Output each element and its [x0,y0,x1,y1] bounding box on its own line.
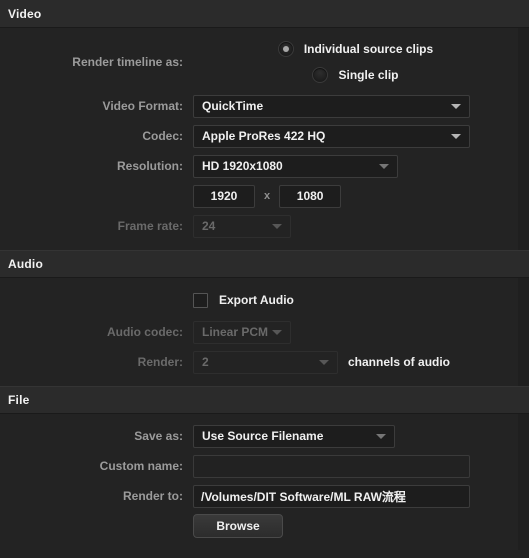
chevron-down-icon [451,134,461,139]
chevron-down-icon [272,330,282,335]
section-title-file: File [8,393,30,407]
render-to-input[interactable]: /Volumes/DIT Software/ML RAW流程 [193,484,470,508]
frame-rate-dropdown: 24 [193,214,291,238]
audio-codec-dropdown: Linear PCM [193,320,291,344]
resolution-height-input[interactable]: 1080 [279,184,342,208]
section-header-audio: Audio [0,250,529,278]
section-title-audio: Audio [8,257,43,271]
chevron-down-icon [319,360,329,365]
row-browse: Browse [0,514,518,538]
resolution-width-value: 1920 [210,189,238,203]
label-frame-rate: Frame rate: [117,219,183,233]
label-resolution: Resolution: [117,159,183,173]
video-format-value: QuickTime [202,99,264,113]
render-channels-dropdown: 2 [193,350,338,374]
radio-label-individual-source-clips: Individual source clips [303,42,434,56]
frame-rate-value: 24 [202,219,216,233]
row-resolution: Resolution: HD 1920x1080 [0,154,518,178]
save-as-dropdown[interactable]: Use Source Filename [193,424,395,448]
resolution-dropdown[interactable]: HD 1920x1080 [193,154,398,178]
radio-selected-icon[interactable] [277,41,294,57]
row-render-to: Render to: /Volumes/DIT Software/ML RAW流… [0,484,518,508]
radio-label-single-clip: Single clip [338,68,399,82]
label-audio-codec: Audio codec: [106,325,183,339]
codec-value: Apple ProRes 422 HQ [202,129,326,143]
label-video-format: Video Format: [102,99,183,113]
radio-option-single-clip[interactable]: Single clip [312,64,399,86]
radio-option-individual-source-clips[interactable]: Individual source clips [277,38,434,60]
row-frame-rate: Frame rate: 24 [0,214,518,238]
render-to-value: /Volumes/DIT Software/ML RAW流程 [201,489,406,504]
section-body-video: Render timeline as: Individual source cl… [0,28,529,250]
row-audio-codec: Audio codec: Linear PCM [0,320,518,344]
label-save-as: Save as: [134,429,183,443]
row-render-timeline-as: Render timeline as: Individual source cl… [0,38,518,86]
label-render-to: Render to: [123,489,183,503]
resolution-height-value: 1080 [296,189,324,203]
row-codec: Codec: Apple ProRes 422 HQ [0,124,518,148]
row-export-audio: Export Audio [0,288,518,312]
radio-unselected-icon[interactable] [312,67,329,83]
label-render-timeline-as: Render timeline as: [72,55,183,69]
label-render-channels: Render: [137,355,183,369]
section-body-file: Save as: Use Source Filename Custom name… [0,414,529,550]
label-export-audio: Export Audio [219,293,294,307]
label-codec: Codec: [142,129,183,143]
resolution-value: HD 1920x1080 [202,159,283,173]
render-channels-value: 2 [202,355,209,369]
codec-dropdown[interactable]: Apple ProRes 422 HQ [193,124,470,148]
chevron-down-icon [451,104,461,109]
resolution-width-input[interactable]: 1920 [193,184,255,208]
row-resolution-dimensions: 1920 x 1080 [0,184,518,208]
custom-name-input[interactable] [193,454,470,478]
audio-codec-value: Linear PCM [202,325,269,339]
row-custom-name: Custom name: [0,454,518,478]
checkbox-unchecked-icon[interactable] [193,292,208,308]
render-timeline-radio-group: Individual source clips Single clip [193,38,518,86]
row-video-format: Video Format: QuickTime [0,94,518,118]
section-header-file: File [0,386,529,414]
video-format-dropdown[interactable]: QuickTime [193,94,470,118]
label-custom-name: Custom name: [99,459,183,473]
row-render-channels: Render: 2 channels of audio [0,350,518,374]
section-header-video: Video [0,0,529,28]
export-settings-panel: Video Render timeline as: Individual sou… [0,0,529,558]
save-as-value: Use Source Filename [202,429,324,443]
row-save-as: Save as: Use Source Filename [0,424,518,448]
chevron-down-icon [379,164,389,169]
section-title-video: Video [8,6,42,21]
chevron-down-icon [376,434,386,439]
section-body-audio: Export Audio Audio codec: Linear PCM Ren… [0,278,529,386]
dimension-separator: x [264,190,271,202]
chevron-down-icon [272,224,282,229]
browse-button[interactable]: Browse [193,514,283,538]
label-channels-of-audio: channels of audio [348,355,451,369]
